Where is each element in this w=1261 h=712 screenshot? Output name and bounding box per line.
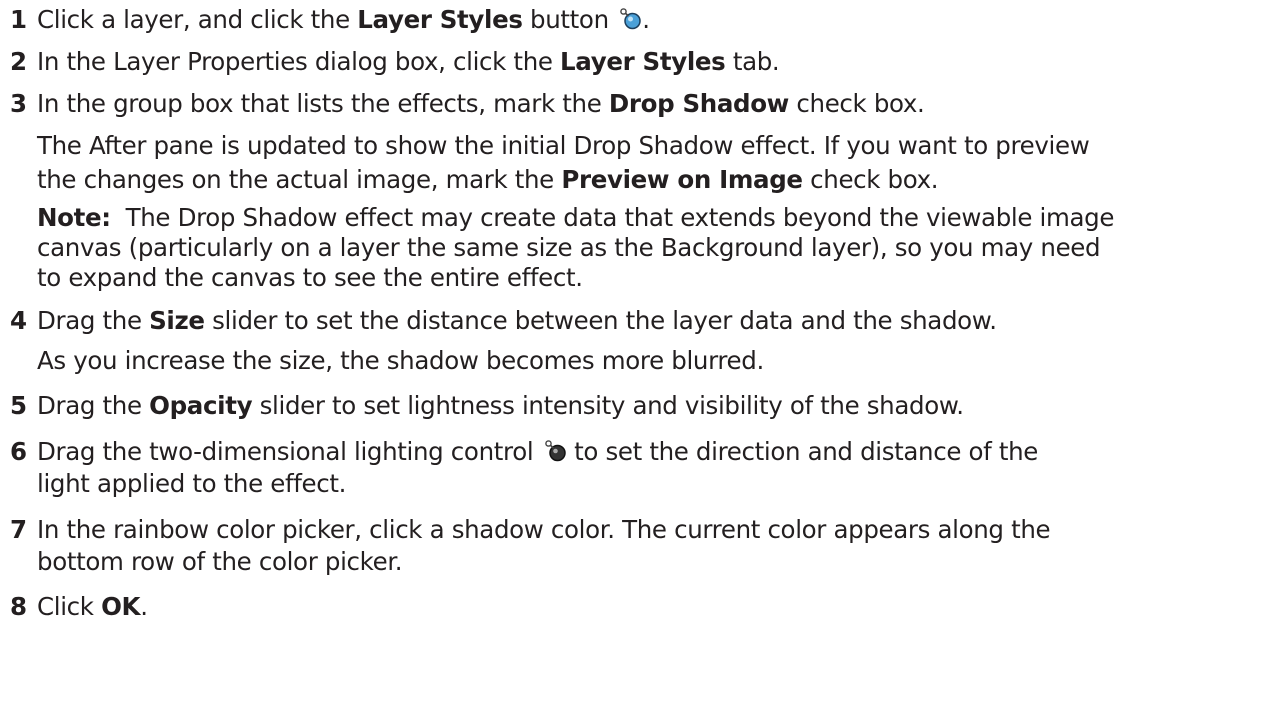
instruction-page: 1 Click a layer, and click the Layer Sty… [10,5,1115,621]
step-text: Click OK. [37,592,148,621]
step-text: Drag the Size slider to set the distance… [37,306,997,335]
step-number: 8 [10,592,27,621]
note-label: Note: [37,203,111,232]
step-number: 5 [10,391,27,420]
step-text: In the group box that lists the effects,… [37,89,925,118]
step-number: 4 [10,306,27,335]
step-number: 2 [10,47,27,76]
layer-styles-icon [620,7,642,31]
lighting-control-icon [544,439,567,463]
step-number: 7 [10,515,27,544]
ui-term: Size [149,306,205,335]
step-number: 6 [10,437,27,466]
step-text: Drag the Opacity slider to set lightness… [37,391,964,420]
step-text: Click a layer, and click the Layer Style… [37,5,650,34]
step-number: 1 [10,5,27,34]
step-text: In the Layer Properties dialog box, clic… [37,47,780,76]
ui-term: Opacity [149,391,253,420]
ui-term: Preview on Image [561,165,803,194]
ui-term: Drop Shadow [608,89,789,118]
ui-term: Layer Styles [560,47,726,76]
step-text: Drag the two-dimensional lighting contro… [37,437,1039,466]
step-number: 3 [10,89,27,118]
ui-term: OK [101,592,141,621]
step-text: In the rainbow color picker, click a sha… [37,515,1051,544]
ui-term: Layer Styles [357,5,523,34]
